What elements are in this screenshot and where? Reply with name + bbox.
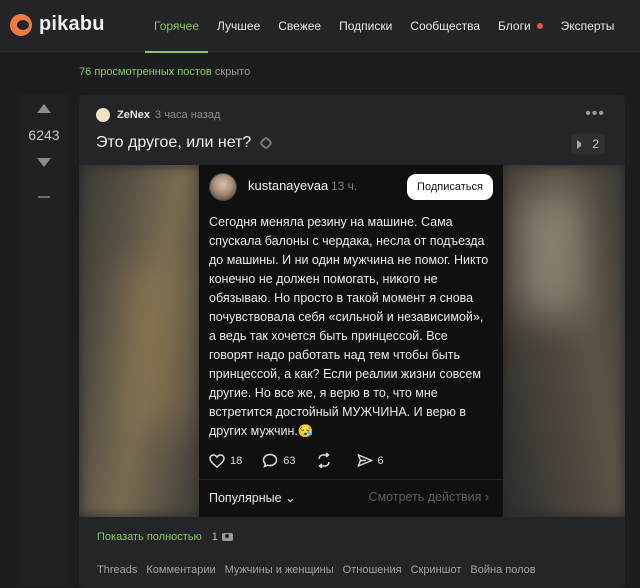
threads-username: kustanayevaa [248,178,329,193]
nav-item-hot[interactable]: Горячее [145,0,209,53]
rating-count: 6243 [28,127,60,143]
tag-relationships[interactable]: Отношения [343,564,402,576]
nav-item-fresh[interactable]: Свежее [269,0,330,52]
story-image[interactable]: kustanayevaa 13 ч. Подписаться Сегодня м… [79,165,625,517]
author-avatar[interactable] [96,108,110,122]
site-logo[interactable]: pikabu [10,13,105,36]
nav-item-communities[interactable]: Сообщества [401,0,489,52]
notification-dot-icon [536,22,543,29]
threads-follow-button: Подписаться [407,174,493,200]
tag-comments[interactable]: Комментарии [146,564,215,576]
repost-icon [317,453,330,468]
pikabu-logo-icon [10,13,32,36]
tag-list: Threads Комментарии Мужчины и женщины От… [97,564,545,576]
tag-men-women[interactable]: Мужчины и женщины [225,564,334,576]
upvote-icon[interactable] [37,104,51,113]
blurred-background-left-glow [124,265,184,425]
author-name[interactable]: ZeNex [117,109,150,121]
threads-post-text: Сегодня меняла резину на машине. Сама сп… [209,215,489,438]
threads-avatar [209,173,237,201]
camera-icon [221,533,233,541]
show-full-link[interactable]: Показать полностью 1 [97,531,233,543]
comments-badge[interactable]: 2 [571,134,605,154]
comments-icon [577,139,587,149]
story-card: ZeNex 3 часа назад ••• Это другое, или н… [79,95,625,588]
post-time: 3 часа назад [155,109,221,121]
threads-comments-count: 63 [283,454,296,467]
tag-gender-war[interactable]: Война полов [470,564,535,576]
story-title-text: Это другое, или нет? [96,134,252,151]
story-title[interactable]: Это другое, или нет? [96,134,274,152]
comments-count: 2 [592,137,599,151]
threads-actions: 18 63 6 [209,453,404,468]
more-options-icon[interactable]: ••• [585,105,605,123]
threads-comments: 63 [262,453,296,468]
threads-share: 6 [356,453,384,468]
send-icon [356,453,373,468]
nav-item-experts[interactable]: Эксперты [552,0,624,52]
collapse-icon[interactable] [38,196,50,198]
threads-bottom-bar: Популярные ⌄ Смотреть действия › [199,479,503,517]
story-author: ZeNex 3 часа назад [96,108,220,122]
threads-activity-label: Смотреть действия › [368,490,489,504]
tag-screenshot[interactable]: Скриншот [411,564,462,576]
top-header: pikabu Горячее Лучшее Свежее Подписки Со… [0,0,640,53]
vote-panel: 6243 [18,95,70,585]
blurred-background-right-glow [519,195,579,315]
nav-item-blogs[interactable]: Блоги [489,0,552,52]
threads-likes-count: 18 [230,454,243,467]
nav-item-blogs-label: Блоги [498,19,531,33]
nav-item-subscriptions[interactable]: Подписки [330,0,401,52]
link-icon[interactable] [259,135,274,151]
threads-like: 18 [209,453,243,468]
threads-screenshot: kustanayevaa 13 ч. Подписаться Сегодня м… [199,165,503,517]
hidden-posts-count: 76 [79,66,92,78]
speech-bubble-icon [262,453,278,468]
hidden-posts-text: просмотренных постов [94,66,212,78]
logo-text: pikabu [39,13,105,35]
downvote-icon[interactable] [37,158,51,167]
show-full-label: Показать полностью [97,531,202,543]
threads-repost [316,453,337,468]
threads-popular-label: Популярные ⌄ [209,491,296,505]
hidden-posts-notice[interactable]: 76 просмотренных постов скрыто [79,66,250,78]
main-nav: Горячее Лучшее Свежее Подписки Сообществ… [145,0,624,53]
tag-threads[interactable]: Threads [97,564,137,576]
hidden-posts-label: скрыто [214,66,251,78]
heart-icon [209,453,225,468]
media-count: 1 [211,531,218,543]
threads-time: 13 ч. [331,179,358,193]
threads-shares-count: 6 [377,454,384,467]
nav-item-best[interactable]: Лучшее [208,0,269,52]
